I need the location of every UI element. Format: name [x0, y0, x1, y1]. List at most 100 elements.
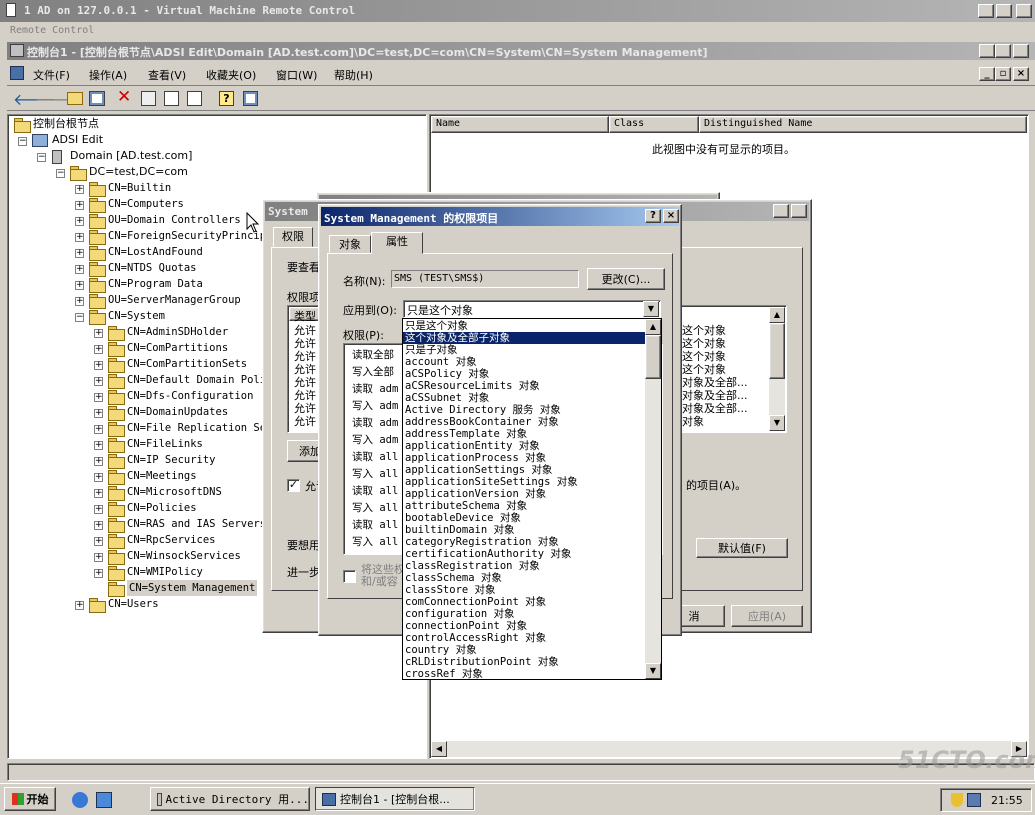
tree-item[interactable]: CN=Meetings [127, 468, 197, 484]
permission-row[interactable]: 写入 all [352, 500, 398, 515]
permission-row[interactable]: 写入 all [352, 466, 398, 481]
dropdown-option[interactable]: crossRef 对象 [403, 668, 645, 680]
dropdown-option[interactable]: bootableDevice 对象 [403, 512, 645, 524]
dropdown-option[interactable]: applicationSettings 对象 [403, 464, 645, 476]
tree-item[interactable]: CN=RAS and IAS Servers [127, 516, 266, 532]
child-restore-button[interactable]: ▫ [995, 67, 1011, 81]
tab-object[interactable]: 对象 [329, 235, 371, 253]
expand-icon[interactable]: + [94, 457, 103, 466]
expand-icon[interactable]: + [94, 377, 103, 386]
change-button[interactable]: 更改(C)... [587, 268, 665, 290]
show-tree-icon[interactable] [89, 91, 105, 106]
dropdown-option[interactable]: 只是这个对象 [403, 320, 645, 332]
vm-minimize-button[interactable]: _ [978, 4, 994, 18]
export-list-icon[interactable] [187, 91, 202, 106]
collapse-icon[interactable]: − [56, 169, 65, 178]
dropdown-option[interactable]: aCSPolicy 对象 [403, 368, 645, 380]
apply-within-checkbox[interactable] [343, 570, 356, 583]
expand-icon[interactable]: + [94, 521, 103, 530]
tree-item[interactable]: CN=Users [108, 596, 159, 612]
scroll-left-button[interactable]: ◀ [431, 741, 447, 757]
scroll-up-button[interactable]: ▲ [645, 319, 661, 335]
tree-item[interactable]: CN=System [108, 308, 165, 324]
expand-icon[interactable]: + [94, 409, 103, 418]
permission-row[interactable]: 读取 all [352, 483, 398, 498]
expand-icon[interactable]: + [94, 505, 103, 514]
column-header-dn[interactable]: Distinguished Name [699, 116, 1027, 133]
taskbar-button-console[interactable]: 控制台1 - [控制台根... [315, 787, 475, 811]
permission-row[interactable]: 读取 all [352, 517, 398, 532]
tree-item[interactable]: CN=WMIPolicy [127, 564, 203, 580]
menu-view[interactable]: 查看(V) [148, 67, 186, 83]
permission-row[interactable]: 读取全部 [352, 347, 394, 362]
collapse-icon[interactable]: − [18, 137, 27, 146]
scroll-up-button[interactable]: ▲ [769, 307, 785, 323]
tree-item[interactable]: CN=Program Data [108, 276, 203, 292]
vm-remote-control-menu[interactable]: Remote Control [10, 25, 94, 36]
chevron-down-icon[interactable]: ▼ [643, 301, 659, 317]
default-button[interactable]: 默认值(F) [696, 538, 788, 558]
menu-window[interactable]: 窗口(W) [276, 67, 317, 83]
tree-item[interactable]: CN=WinsockServices [127, 548, 241, 564]
expand-icon[interactable]: + [94, 345, 103, 354]
quicklaunch-explorer-icon[interactable] [96, 792, 112, 808]
dropdown-option[interactable]: classRegistration 对象 [403, 560, 645, 572]
help-icon[interactable]: ? [219, 91, 234, 106]
start-button[interactable]: 开始 [4, 787, 56, 811]
taskbar-button-active-directory[interactable]: Active Directory 用... [150, 787, 310, 811]
tree-item[interactable]: CN=ComPartitions [127, 340, 228, 356]
menu-help[interactable]: 帮助(H) [334, 67, 373, 83]
tree-item[interactable]: CN=System Management [127, 580, 258, 596]
menu-action[interactable]: 操作(A) [89, 67, 127, 83]
expand-icon[interactable]: + [75, 185, 84, 194]
menu-file[interactable]: 文件(F) [33, 67, 70, 83]
tab-properties[interactable]: 属性 [371, 232, 423, 254]
dropdown-option[interactable]: attributeSchema 对象 [403, 500, 645, 512]
vm-maximize-button[interactable]: □ [996, 4, 1012, 18]
expand-icon[interactable]: + [94, 553, 103, 562]
dropdown-option[interactable]: controlAccessRight 对象 [403, 632, 645, 644]
dropdown-option[interactable]: cRLDistributionPoint 对象 [403, 656, 645, 668]
permission-row[interactable]: 写入 adm [352, 432, 398, 447]
dropdown-option[interactable]: addressBookContainer 对象 [403, 416, 645, 428]
scroll-down-button[interactable]: ▼ [645, 663, 661, 679]
expand-icon[interactable]: + [94, 425, 103, 434]
tree-domain[interactable]: Domain [AD.test.com] [70, 148, 192, 164]
dropdown-option[interactable]: addressTemplate 对象 [403, 428, 645, 440]
expand-icon[interactable]: + [94, 489, 103, 498]
expand-icon[interactable]: + [75, 265, 84, 274]
tree-item[interactable]: CN=Computers [108, 196, 184, 212]
dropdown-option[interactable]: Active Directory 服务 对象 [403, 404, 645, 416]
expand-icon[interactable]: + [94, 393, 103, 402]
tree-item[interactable]: CN=FileLinks [127, 436, 203, 452]
expand-icon[interactable]: + [94, 329, 103, 338]
dropdown-scrollbar[interactable]: ▲ ▼ [645, 319, 661, 679]
dropdown-option[interactable]: applicationSiteSettings 对象 [403, 476, 645, 488]
tree-item[interactable]: CN=RpcServices [127, 532, 216, 548]
network-icon[interactable] [967, 793, 981, 807]
permission-row[interactable]: 读取 adm [352, 381, 398, 396]
vm-close-button[interactable]: × [1016, 4, 1032, 18]
tree-item[interactable]: CN=LostAndFound [108, 244, 203, 260]
dropdown-option[interactable]: classSchema 对象 [403, 572, 645, 584]
delete-icon[interactable]: ✕ [117, 87, 131, 107]
permission-entry-type[interactable]: 允许 [294, 413, 316, 429]
expand-icon[interactable]: + [94, 569, 103, 578]
expand-icon[interactable]: + [75, 233, 84, 242]
tree-root[interactable]: 控制台根节点 [33, 116, 99, 132]
tree-item[interactable]: CN=DomainUpdates [127, 404, 228, 420]
apply-to-select[interactable]: 只是这个对象 ▼ [403, 300, 661, 318]
tree-dc[interactable]: DC=test,DC=com [89, 164, 188, 180]
properties-help-button[interactable]: ? [773, 204, 789, 218]
tree-item[interactable]: CN=IP Security [127, 452, 216, 468]
permission-row[interactable]: 写入 all [352, 534, 398, 549]
dropdown-option[interactable]: applicationEntity 对象 [403, 440, 645, 452]
expand-icon[interactable]: + [75, 201, 84, 210]
entries-scrollbar[interactable]: ▲ ▼ [769, 307, 785, 431]
dropdown-option[interactable]: builtinDomain 对象 [403, 524, 645, 536]
child-minimize-button[interactable]: _ [979, 67, 995, 81]
refresh-icon[interactable] [164, 91, 179, 106]
security-shield-icon[interactable] [951, 793, 963, 807]
properties-icon[interactable] [141, 91, 156, 106]
child-close-button[interactable]: × [1013, 67, 1029, 81]
